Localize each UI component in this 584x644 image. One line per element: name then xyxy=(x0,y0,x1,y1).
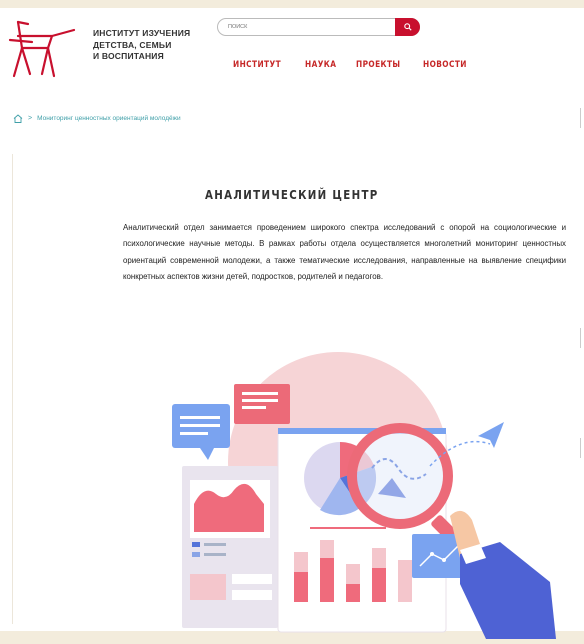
main-nav: ИНСТИТУТ НАУКА ПРОЕКТЫ НОВОСТИ xyxy=(233,60,477,70)
breadcrumb: > Мониторинг ценностных ориентаций молод… xyxy=(13,114,181,123)
search-box xyxy=(217,18,420,36)
org-name: ИНСТИТУТ ИЗУЧЕНИЯ ДЕТСТВА, СЕМЬИ И ВОСПИ… xyxy=(93,28,190,63)
page-title: АНАЛИТИЧЕСКИЙ ЦЕНТР xyxy=(0,187,584,202)
nav-item-news[interactable]: НОВОСТИ xyxy=(423,60,467,70)
org-name-line1: ИНСТИТУТ ИЗУЧЕНИЯ xyxy=(93,28,191,38)
nav-item-science[interactable]: НАУКА xyxy=(305,60,336,70)
breadcrumb-separator: > xyxy=(28,115,33,122)
page-title-text: АНАЛИТИЧЕСКИЙ ЦЕНТР xyxy=(205,187,379,202)
chair-logo-icon[interactable] xyxy=(8,18,80,80)
breadcrumb-current[interactable]: Мониторинг ценностных ориентаций молодёж… xyxy=(37,115,181,122)
search-button[interactable] xyxy=(395,18,420,36)
search-icon xyxy=(403,23,412,31)
org-name-line2: ДЕТСТВА, СЕМЬИ xyxy=(93,39,172,50)
analytics-illustration xyxy=(160,344,580,639)
search-input[interactable] xyxy=(228,21,388,33)
nav-item-projects[interactable]: ПРОЕКТЫ xyxy=(356,60,400,70)
home-icon[interactable] xyxy=(13,114,23,123)
page-description: Аналитический отдел занимается проведени… xyxy=(123,223,566,281)
scroll-marker xyxy=(580,438,581,458)
nav-item-institute[interactable]: ИНСТИТУТ xyxy=(233,60,281,70)
scroll-marker xyxy=(580,108,581,128)
content-border xyxy=(12,154,13,624)
org-name-line3: И ВОСПИТАНИЯ xyxy=(93,51,164,61)
scroll-marker xyxy=(580,328,581,348)
page: ИНСТИТУТ ИЗУЧЕНИЯ ДЕТСТВА, СЕМЬИ И ВОСПИ… xyxy=(0,8,584,639)
